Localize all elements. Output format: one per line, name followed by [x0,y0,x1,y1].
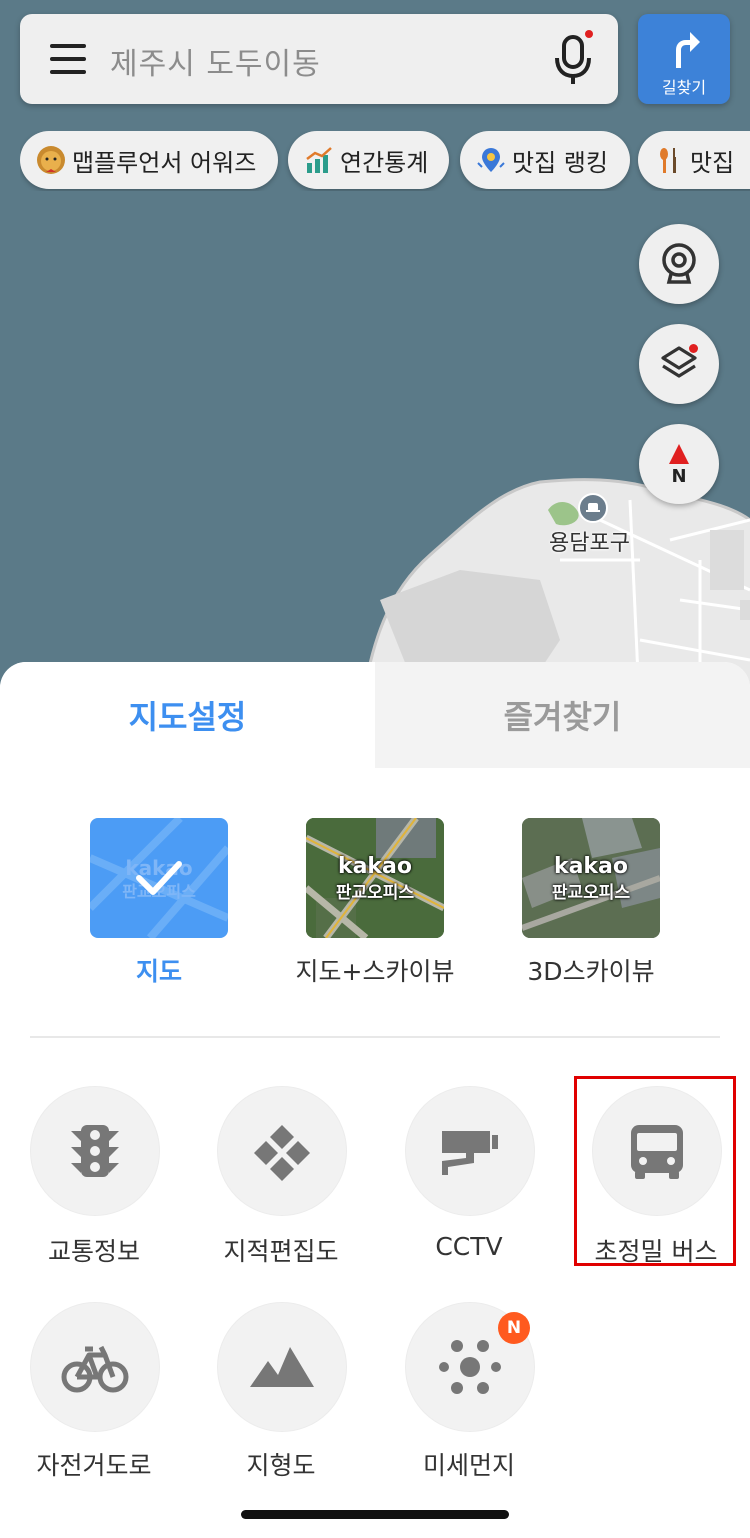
map-land [358,478,750,720]
tab-favorites[interactable]: 즐겨찾기 [375,662,750,768]
bike-road-label: 자전거도로 [36,1451,152,1480]
chip-label: 맵플루언서 어워즈 [72,148,257,177]
search-input[interactable]: 제주시 도두이동 [110,39,321,83]
medal-pin-icon [477,148,505,172]
maptype-skyview-thumb[interactable]: kakao 판교오피스 [306,818,444,938]
thumb-text: 판교오피스 [551,883,631,903]
compass-button[interactable]: N [639,424,719,504]
cadastral-map-button[interactable] [217,1086,347,1216]
divider [30,1036,720,1038]
notification-dot [585,30,593,38]
chip-annual-stats[interactable]: 연간통계 [288,131,449,189]
fine-dust-label: 미세먼지 [422,1451,515,1480]
traffic-info-button[interactable] [30,1086,160,1216]
map-settings-sheet: 지도설정 즐겨찾기 kakao 판교오피스 지도 kakao 판교오피스 지도+… [0,662,750,1538]
tab-map-settings[interactable]: 지도설정 [0,662,375,768]
bicycle-icon [61,1345,129,1393]
maptype-skyview-label[interactable]: 지도+스카이뷰 [276,952,474,988]
check-icon [136,861,182,895]
cctv-camera-icon [442,1131,498,1175]
cadastral-map-label: 지적편집도 [223,1237,339,1266]
traffic-light-icon [71,1125,119,1177]
notification-dot [689,344,698,353]
terrain-button[interactable] [217,1302,347,1432]
chip-restaurants[interactable]: 맛집 [638,131,750,189]
maptype-3d-label[interactable]: 3D스카이뷰 [492,952,690,988]
home-indicator[interactable] [241,1510,509,1519]
chip-label: 연간통계 [340,148,429,177]
map-view[interactable]: 용담포구 제주시 도두이동 길찾기 맵플루언서 어워즈 연간통계 맛집 랭킹 맛… [0,0,750,720]
menu-icon[interactable] [50,44,86,74]
cadastral-tiles-icon [254,1125,310,1181]
lion-face-icon [37,146,65,174]
chip-mapfluencer[interactable]: 맵플루언서 어워즈 [20,131,278,189]
chip-label: 맛집 [690,148,735,177]
new-badge: N [498,1312,530,1344]
compass-north-icon [669,444,689,464]
cctv-button[interactable] [405,1086,535,1216]
maptype-map-thumb[interactable]: kakao 판교오피스 [90,818,228,938]
traffic-info-label: 교통정보 [47,1237,140,1266]
chip-restaurant-ranking[interactable]: 맛집 랭킹 [460,131,630,189]
bike-road-button[interactable] [30,1302,160,1432]
thumb-text: 판교오피스 [335,883,415,903]
terrain-label: 지형도 [246,1451,316,1480]
chart-icon [306,147,332,173]
utensils-icon [660,148,676,173]
quick-chips: 맵플루언서 어워즈 연간통계 맛집 랭킹 맛집 [20,131,750,191]
maptype-map-label[interactable]: 지도 [60,952,258,988]
maptype-3d-thumb[interactable]: kakao 판교오피스 [522,818,660,938]
microphone-icon[interactable] [552,34,596,86]
chip-label: 맛집 랭킹 [512,148,608,177]
thumb-text: kakao [337,854,413,879]
ferry-terminal-icon[interactable] [578,493,608,523]
compass-label: N [671,466,687,487]
place-label[interactable]: 용담포구 [549,525,630,557]
location-camera-icon [662,243,696,284]
map-layers-button[interactable] [639,324,719,404]
highlight-box [574,1076,736,1266]
mountain-icon [250,1347,314,1387]
thumb-text: kakao [553,854,629,879]
directions-button[interactable]: 길찾기 [638,14,730,104]
search-bar[interactable]: 제주시 도두이동 [20,14,618,104]
turn-right-arrow-icon [676,32,700,68]
directions-label: 길찾기 [661,78,707,97]
my-location-button[interactable] [639,224,719,304]
cctv-label: CCTV [435,1232,503,1261]
